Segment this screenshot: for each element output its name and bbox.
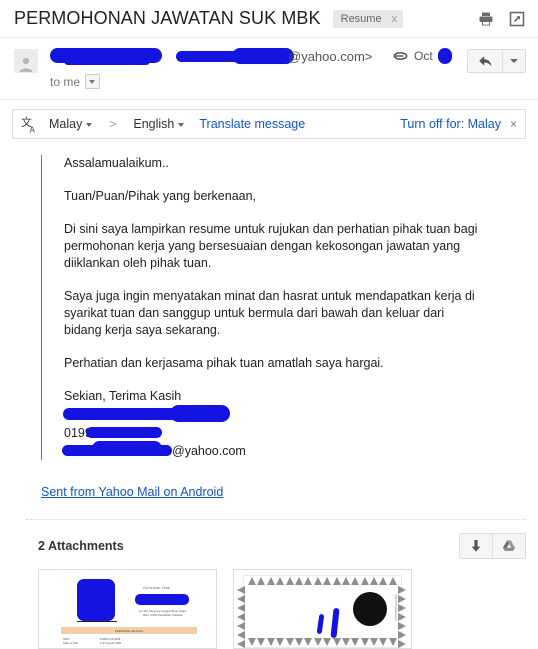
certificate-border-top — [248, 577, 397, 587]
chevron-down-icon — [178, 123, 185, 127]
cv-detail-rows: NRIC 910827-03-5498 Date of birth 27th A… — [63, 637, 122, 646]
close-icon[interactable]: × — [510, 117, 517, 131]
body-paragraph: Perhatian dan kerjasama pihak tuan amatl… — [64, 356, 384, 370]
translate-icon: 文 A — [21, 115, 40, 134]
download-arrow-icon — [471, 539, 481, 552]
redaction-cv-photo — [77, 579, 115, 621]
label-chip-resume[interactable]: Resume x — [332, 9, 404, 28]
message-date: Oct — [414, 48, 452, 64]
cv-row: Date of birth 27th August 1991 — [63, 641, 122, 645]
body-paragraph: Saya juga ingin menyatakan minat dan has… — [64, 289, 475, 337]
target-language-dropdown[interactable]: English — [133, 117, 185, 131]
cv-title: Curriculum Vitae — [143, 586, 170, 590]
reply-button[interactable] — [468, 50, 502, 72]
body-paragraph: Tuan/Puan/Pihak yang berkenaan, — [64, 189, 257, 203]
attachment-card-certificate[interactable]: SIJIL PENGHARGAAN — [233, 569, 412, 649]
certificate-side-text: SIJIL PENGHARGAAN — [394, 594, 397, 621]
certificate-border-left — [237, 586, 247, 648]
quoted-block: Assalamualaikum.. Tuan/Puan/Pihak yang b… — [41, 155, 526, 460]
reply-button-group — [467, 49, 526, 73]
save-to-drive-button[interactable] — [492, 534, 525, 558]
message-meta: Oct ☆ — [393, 47, 526, 89]
source-language-dropdown[interactable]: Malay — [49, 117, 93, 131]
redaction-sender-address-2 — [232, 48, 294, 64]
attachment-actions — [459, 533, 526, 559]
recipient-details-toggle-icon[interactable] — [85, 74, 101, 89]
print-icon[interactable] — [477, 10, 495, 28]
signature-phone-line: 0199 — [64, 425, 526, 442]
google-drive-icon — [503, 539, 515, 551]
more-options-icon[interactable] — [502, 50, 525, 72]
translate-bar-right: Turn off for: Malay × — [400, 117, 517, 131]
source-language-label: Malay — [49, 117, 83, 131]
email-message-view: PERMOHONAN JAWATAN SUK MBK Resume x @yah… — [0, 0, 538, 649]
recipient-line: to me — [50, 74, 393, 89]
attachment-card-resume[interactable]: Curriculum Vitae Lot 192, Kampung Langga… — [38, 569, 217, 649]
signature-name-line — [63, 405, 526, 425]
translate-direction-arrow: > — [109, 117, 117, 131]
message-body: Assalamualaikum.. Tuan/Puan/Pihak yang b… — [0, 139, 538, 501]
person-placeholder-icon — [19, 57, 33, 72]
signature-email-suffix: @yahoo.com — [172, 444, 246, 458]
certificate-border-right — [398, 586, 408, 648]
redaction-cv-name — [135, 594, 189, 605]
sender-name-line[interactable]: @yahoo.com> — [50, 47, 393, 67]
subject-actions — [477, 10, 526, 28]
label-chip-text: Resume — [340, 12, 382, 25]
redaction-phone — [86, 427, 162, 438]
sender-email-suffix: @yahoo.com> — [288, 49, 373, 64]
translate-message-link[interactable]: Translate message — [199, 117, 305, 131]
cv-row-value: 27th August 1991 — [99, 641, 122, 646]
redaction-signature-name-2 — [170, 405, 230, 422]
open-in-new-window-icon[interactable] — [508, 10, 526, 28]
certificate-border-bottom — [248, 638, 397, 648]
attachments-divider — [26, 519, 526, 520]
redaction-email-user-2 — [92, 441, 162, 456]
cv-section-band: PERSONAL DETAILS — [61, 627, 197, 634]
redaction-sender-name-tail — [64, 57, 150, 65]
sent-from-link[interactable]: Sent from Yahoo Mail on Android — [41, 485, 223, 499]
cv-section-label: PERSONAL DETAILS — [114, 628, 144, 633]
svg-text:A: A — [30, 125, 36, 134]
page-title: PERMOHONAN JAWATAN SUK MBK — [14, 8, 321, 28]
certificate-seal — [353, 592, 387, 626]
chevron-down-icon — [86, 123, 93, 127]
target-language-label: English — [133, 117, 175, 131]
cv-address: Lot 192, Kampung Langgar Besar, Mukim Ba… — [139, 610, 187, 617]
turn-off-translate-link[interactable]: Turn off for: Malay — [400, 117, 501, 131]
sender-details: @yahoo.com> to me — [50, 47, 393, 89]
paperclip-icon — [393, 49, 408, 63]
attachment-thumbnails: Curriculum Vitae Lot 192, Kampung Langga… — [38, 569, 538, 649]
cv-row-label: Date of birth — [63, 641, 79, 646]
cv-row-value: 910827-03-5498 — [99, 637, 121, 641]
translate-bar: 文 A Malay > English Translate message Tu… — [12, 109, 526, 139]
label-chip-remove-icon[interactable]: x — [392, 13, 398, 25]
redaction-date — [437, 48, 452, 64]
body-paragraph: Di sini saya lampirkan resume untuk ruju… — [64, 222, 478, 270]
signature-email-line: @yahoo.com — [62, 441, 526, 460]
attachments-header: 2 Attachments — [38, 533, 526, 559]
download-all-button[interactable] — [460, 534, 492, 558]
attachments-count: 2 Attachments — [38, 539, 124, 553]
cv-photo-baseline — [77, 621, 117, 622]
subject-header: PERMOHONAN JAWATAN SUK MBK Resume x — [0, 0, 538, 38]
signoff-text: Sekian, Terima Kasih — [64, 389, 182, 403]
body-paragraph: Assalamualaikum.. — [64, 156, 169, 170]
avatar[interactable] — [14, 49, 38, 73]
recipient-label: to me — [50, 74, 81, 89]
sender-header: @yahoo.com> to me Oct ☆ — [0, 38, 538, 100]
